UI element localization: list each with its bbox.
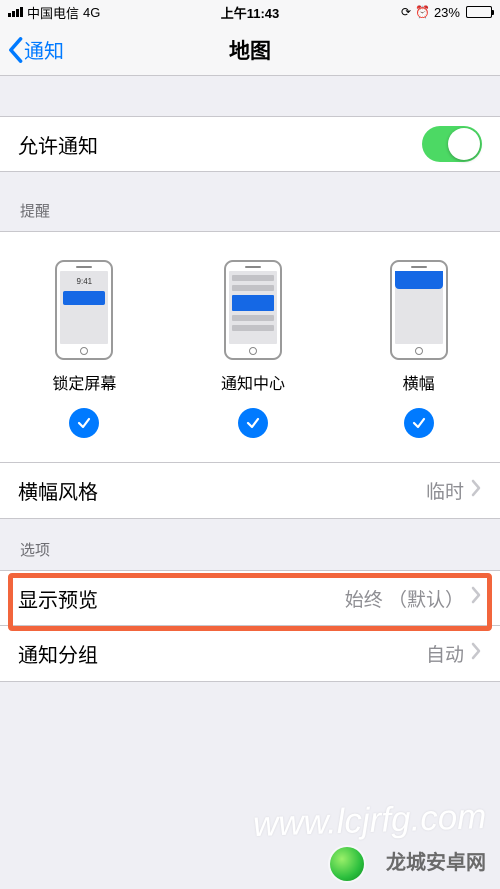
alert-style-banner[interactable]: 横幅 bbox=[390, 260, 448, 438]
notification-grouping-row[interactable]: 通知分组 自动 bbox=[0, 626, 500, 682]
lock-screen-label: 锁定屏幕 bbox=[52, 370, 116, 394]
alarm-icon: ⏰ bbox=[415, 5, 430, 19]
lock-screen-preview-icon: 9:41 bbox=[55, 260, 113, 360]
banner-preview-icon bbox=[390, 260, 448, 360]
back-label: 通知 bbox=[24, 35, 64, 64]
notification-center-check-icon bbox=[238, 408, 268, 438]
show-previews-value: 始终 （默认） bbox=[345, 585, 464, 612]
back-button[interactable]: 通知 bbox=[0, 35, 64, 64]
allow-label: 允许通知 bbox=[18, 130, 422, 159]
banner-style-row[interactable]: 横幅风格 临时 bbox=[0, 463, 500, 519]
alert-styles-panel: 9:41 锁定屏幕 通知中心 bbox=[0, 231, 500, 463]
network-label: 4G bbox=[83, 5, 100, 20]
watermark-site: 龙城安卓网 bbox=[386, 846, 486, 875]
show-previews-label: 显示预览 bbox=[18, 584, 345, 613]
chevron-left-icon bbox=[6, 36, 24, 64]
lock-preview-time: 9:41 bbox=[60, 271, 108, 286]
status-time: 上午11:43 bbox=[169, 3, 330, 22]
alert-style-notification-center[interactable]: 通知中心 bbox=[221, 260, 285, 438]
signal-icon bbox=[8, 7, 23, 17]
alerts-section-header: 提醒 bbox=[0, 172, 500, 231]
watermark-logo-icon bbox=[330, 847, 364, 881]
banner-style-label: 横幅风格 bbox=[18, 476, 426, 505]
show-previews-row[interactable]: 显示预览 始终 （默认） bbox=[0, 570, 500, 626]
banner-style-value: 临时 bbox=[426, 477, 464, 504]
allow-switch[interactable] bbox=[422, 126, 482, 162]
lock-screen-check-icon bbox=[69, 408, 99, 438]
banner-check-icon bbox=[404, 408, 434, 438]
chevron-right-icon bbox=[470, 479, 482, 503]
grouping-label: 通知分组 bbox=[18, 639, 426, 668]
page-title: 地图 bbox=[0, 35, 500, 65]
battery-icon bbox=[466, 6, 492, 18]
watermark-url: www.lcjrfg.com bbox=[252, 797, 487, 845]
notification-center-label: 通知中心 bbox=[221, 370, 285, 394]
chevron-right-icon bbox=[470, 586, 482, 610]
banner-label: 横幅 bbox=[403, 370, 435, 394]
notification-center-preview-icon bbox=[224, 260, 282, 360]
options-section-header: 选项 bbox=[0, 519, 500, 570]
battery-percent: 23% bbox=[434, 5, 460, 20]
status-bar: 中国电信 4G 上午11:43 ⟳ ⏰ 23% bbox=[0, 0, 500, 24]
nav-header: 通知 地图 bbox=[0, 24, 500, 76]
allow-notifications-row: 允许通知 bbox=[0, 116, 500, 172]
grouping-value: 自动 bbox=[426, 640, 464, 667]
orientation-lock-icon: ⟳ bbox=[401, 5, 411, 19]
carrier-label: 中国电信 bbox=[27, 3, 79, 22]
chevron-right-icon bbox=[470, 642, 482, 666]
alert-style-lock-screen[interactable]: 9:41 锁定屏幕 bbox=[52, 260, 116, 438]
